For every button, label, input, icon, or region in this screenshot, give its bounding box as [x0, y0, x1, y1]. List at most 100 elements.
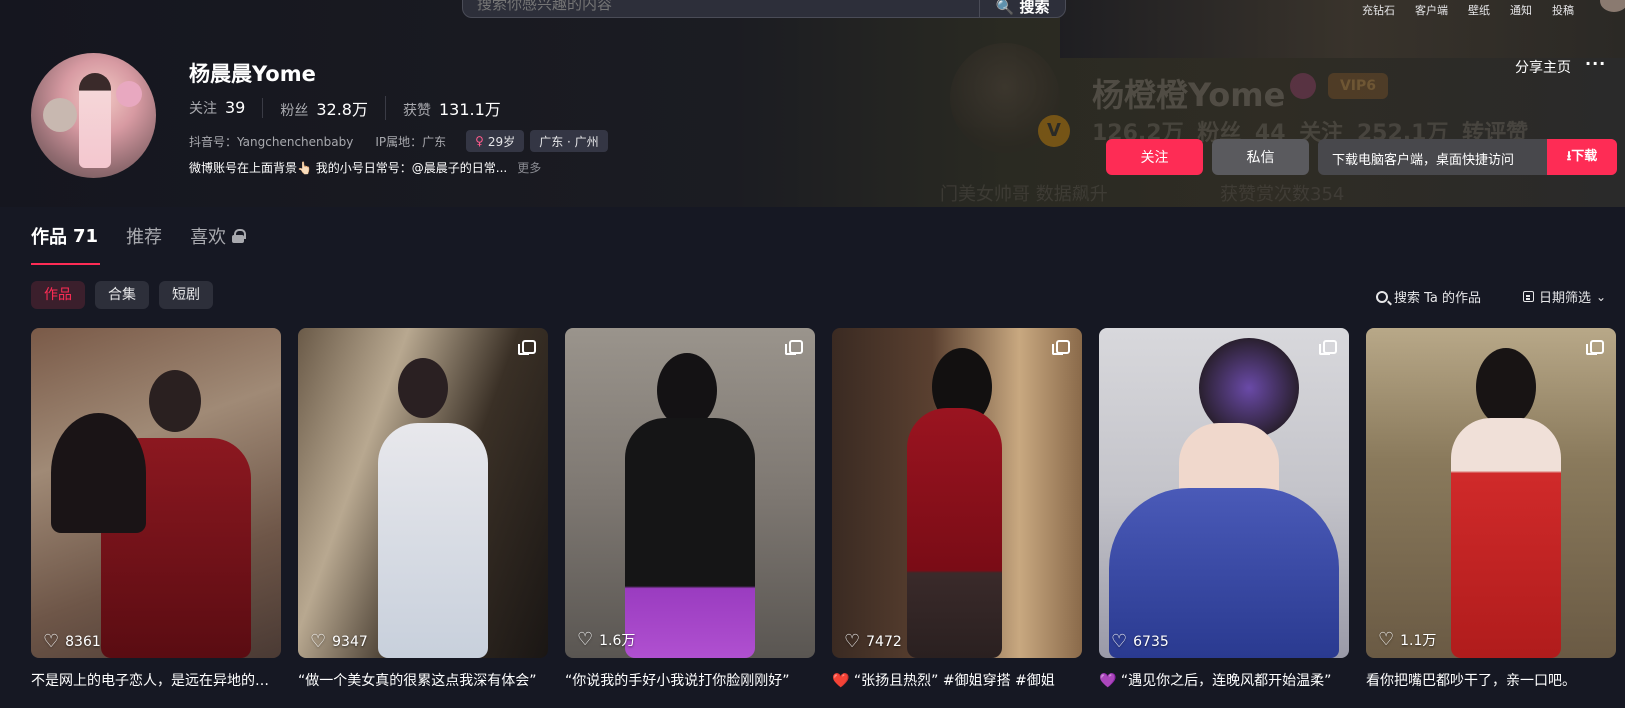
date-filter-button[interactable]: 日期筛选 ⌄	[1523, 287, 1606, 306]
video-card[interactable]: ♡ 6735 💜 “遇见你之后，连晚风都开始温柔”	[1099, 328, 1349, 690]
video-grid: ♡ 8361 不是网上的电子恋人，是远在异地的真实恋人 ♡ 9347 “做一个美女真…	[31, 328, 1616, 690]
video-card[interactable]: ♡ 1.6万 “你说我的手好小我说打你脸刚刚好”	[565, 328, 815, 690]
avatar-balloon	[43, 98, 77, 132]
date-filter-label: 日期筛选	[1539, 291, 1592, 306]
video-thumbnail: ♡ 7472	[832, 328, 1082, 658]
heart-icon: ♡	[1111, 631, 1128, 652]
video-like-count: ♡ 6735	[1111, 631, 1169, 652]
ip-location: IP属地：广东	[375, 134, 447, 149]
stat-following-value: 39	[225, 98, 246, 117]
tab-recommend[interactable]: 推荐	[126, 223, 162, 249]
bio-text: 微博账号在上面背景👆🏻 我的小号日常号：@晨晨子的日常...	[189, 161, 508, 175]
video-caption[interactable]: ❤️ “张扬且热烈” #御姐穿搭 #御姐	[832, 670, 1082, 690]
banner-verified-icon: V	[1038, 115, 1070, 147]
video-like-count: ♡ 9347	[310, 633, 368, 651]
search-works-label: 搜索 Ta 的作品	[1394, 291, 1482, 306]
video-card[interactable]: ♡ 8361 不是网上的电子恋人，是远在异地的真实恋人	[31, 328, 281, 690]
video-card[interactable]: ♡ 1.1万 看你把嘴巴都吵干了，亲一口吧。	[1366, 328, 1616, 690]
search-icon	[1376, 290, 1388, 303]
nav-link-wallpaper[interactable]: 壁纸	[1468, 2, 1490, 18]
like-count-value: 6735	[1133, 634, 1169, 650]
nav-link-upload[interactable]: 投稿	[1552, 2, 1574, 18]
age-tag: ♀ 29岁	[466, 130, 525, 152]
profile-avatar[interactable]	[31, 53, 156, 178]
like-count-value: 9347	[332, 634, 368, 650]
tab-works-label: 作品	[31, 227, 67, 248]
thumbnail-figure-body	[625, 418, 755, 658]
thumbnail-figure-head	[657, 353, 717, 428]
video-caption[interactable]: 不是网上的电子恋人，是远在异地的真实恋人	[31, 670, 281, 690]
profile-tags: ♀ 29岁 广东 · 广州	[466, 130, 608, 152]
thumbnail-dress	[1109, 488, 1339, 658]
tab-works[interactable]: 作品 71	[31, 223, 98, 249]
video-like-count: ♡ 7472	[844, 631, 902, 652]
global-search-input[interactable]	[477, 0, 947, 15]
stat-followers-label: 粉丝	[280, 103, 309, 119]
video-card[interactable]: ♡ 7472 ❤️ “张扬且热烈” #御姐穿搭 #御姐	[832, 328, 1082, 690]
heart-icon: ♡	[43, 631, 60, 652]
banner-ghost-line1: 门美女帅哥 数据飙升	[940, 184, 1108, 205]
heart-icon: ♡	[577, 629, 594, 650]
video-caption[interactable]: “做一个美女真的很累这点我深有体会”	[298, 670, 548, 690]
stat-followers[interactable]: 粉丝 32.8万	[280, 96, 386, 120]
stat-likes-value: 131.1万	[439, 100, 501, 119]
download-client-banner: 下载电脑客户端，桌面快捷访问 ⭳下载	[1318, 139, 1617, 175]
stat-likes: 获赞 131.1万	[403, 96, 518, 120]
follow-button[interactable]: 关注	[1106, 139, 1203, 175]
lock-icon	[232, 229, 247, 243]
banner-ghost-name: 杨橙橙Yome	[1092, 76, 1286, 114]
nav-link-notifications[interactable]: 通知	[1510, 2, 1532, 18]
like-count-value: 7472	[866, 634, 902, 650]
profile-meta: 抖音号：Yangchenchenbaby IP属地：广东 ♀ 29岁 广东 · 广…	[189, 130, 608, 152]
stat-following[interactable]: 关注 39	[189, 98, 264, 118]
video-like-count: ♡ 1.6万	[577, 630, 635, 650]
more-options-icon[interactable]: ···	[1585, 54, 1606, 73]
tab-likes[interactable]: 喜欢	[190, 223, 247, 249]
video-like-count: ♡ 1.1万	[1378, 630, 1436, 650]
like-count-value: 1.1万	[1400, 633, 1437, 649]
chip-short-dramas[interactable]: 短剧	[159, 281, 213, 309]
douyin-id: 抖音号：Yangchenchenbaby	[189, 134, 354, 149]
multi-image-icon	[518, 340, 536, 355]
region-tag: 广东 · 广州	[530, 130, 608, 152]
stat-following-label: 关注	[189, 101, 217, 117]
bio-more-link[interactable]: 更多	[517, 161, 541, 175]
thumbnail-figure-head	[398, 358, 448, 418]
nav-link-diamond[interactable]: 充钻石	[1362, 2, 1395, 18]
chevron-down-icon: ⌄	[1596, 289, 1607, 304]
video-caption[interactable]: “你说我的手好小我说打你脸刚刚好”	[565, 670, 815, 690]
message-button[interactable]: 私信	[1212, 139, 1309, 175]
video-thumbnail: ♡ 6735	[1099, 328, 1349, 658]
video-caption[interactable]: 看你把嘴巴都吵干了，亲一口吧。	[1366, 670, 1616, 690]
thumbnail-figure-body	[1451, 418, 1561, 658]
global-search-button[interactable]: 🔍 搜索	[979, 0, 1065, 17]
nav-link-client[interactable]: 客户端	[1415, 2, 1448, 18]
banner-vip-badge: VIP6	[1328, 73, 1388, 99]
profile-tabs: 作品 71 推荐 喜欢	[31, 223, 247, 249]
chip-works[interactable]: 作品	[31, 281, 85, 309]
video-caption[interactable]: 💜 “遇见你之后，连晚风都开始温柔”	[1099, 670, 1349, 690]
active-tab-indicator	[31, 263, 100, 265]
thumbnail-figure-body	[907, 408, 1002, 658]
stat-followers-value: 32.8万	[316, 100, 368, 119]
download-button-label: 下载	[1571, 149, 1598, 164]
search-works-button[interactable]: 搜索 Ta 的作品	[1376, 287, 1481, 306]
thumbnail-figure-head	[1476, 348, 1536, 426]
chip-collections[interactable]: 合集	[95, 281, 149, 309]
search-button-label: 搜索	[1019, 0, 1050, 16]
profile-name: 杨晨晨Yome	[189, 62, 316, 86]
video-thumbnail: ♡ 8361	[31, 328, 281, 658]
multi-image-icon	[785, 340, 803, 355]
age-tag-label: 29岁	[487, 134, 516, 149]
video-thumbnail: ♡ 9347	[298, 328, 548, 658]
share-profile-button[interactable]: 分享主页	[1515, 57, 1571, 77]
video-card[interactable]: ♡ 9347 “做一个美女真的很累这点我深有体会”	[298, 328, 548, 690]
heart-icon: ♡	[844, 631, 861, 652]
female-icon: ♀	[475, 134, 484, 148]
download-button[interactable]: ⭳下载	[1547, 139, 1617, 175]
tab-works-count: 71	[73, 225, 99, 247]
video-like-count: ♡ 8361	[43, 631, 101, 652]
thumbnail-figure-head	[149, 370, 201, 432]
top-nav-links: 充钻石 客户端 壁纸 通知 投稿	[1362, 2, 1574, 18]
video-thumbnail: ♡ 1.6万	[565, 328, 815, 658]
